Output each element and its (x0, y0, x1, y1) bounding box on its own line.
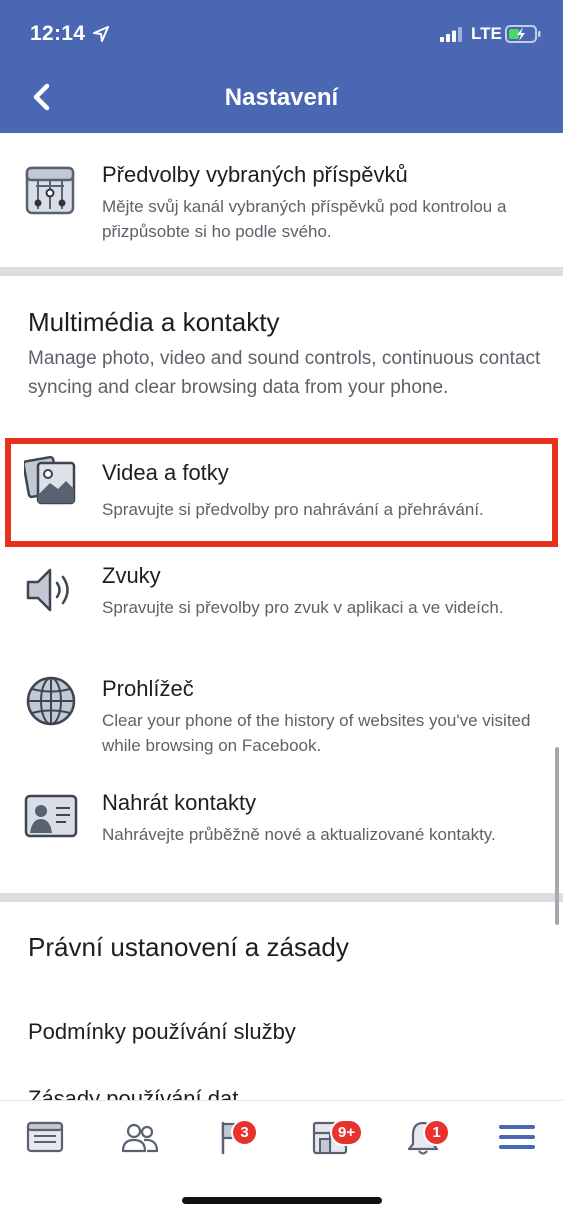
item-description: Clear your phone of the history of websi… (102, 711, 531, 755)
globe-icon (26, 676, 76, 726)
item-title: Zvuky (102, 563, 161, 588)
speaker-icon (26, 568, 69, 612)
browser-item[interactable]: Prohlížeč Clear your phone of the histor… (0, 668, 563, 768)
terms-of-service-link[interactable]: Podmínky používání služby (28, 1019, 296, 1045)
item-description: Nahrávejte průběžně nové a aktualizované… (102, 825, 496, 844)
item-title: Nahrát kontakty (102, 790, 257, 815)
sounds-item[interactable]: Zvuky Spravujte si převolby pro zvuk v a… (0, 553, 563, 653)
section-divider (0, 267, 563, 276)
tab-news-feed[interactable] (15, 1113, 75, 1163)
upload-contacts-item[interactable]: Nahrát kontakty Nahrávejte průběžně nové… (0, 783, 563, 883)
signal-icon (440, 27, 462, 42)
section-divider (0, 893, 563, 902)
tab-notifications[interactable]: 1 (393, 1113, 453, 1163)
network-type: LTE (471, 24, 502, 43)
notification-badge: 9+ (330, 1119, 364, 1146)
tab-marketplace[interactable]: 9+ (300, 1113, 364, 1163)
location-arrow-icon (93, 26, 109, 42)
item-title: Prohlížeč (102, 676, 194, 701)
section-description: Manage photo, video and sound controls, … (28, 348, 541, 398)
news-feed-preferences-icon (25, 166, 75, 215)
tab-pages[interactable]: 3 (205, 1113, 265, 1163)
settings-list[interactable]: Předvolby vybraných příspěvků Mějte svůj… (0, 133, 563, 1100)
contact-card-icon (24, 794, 78, 838)
friends-icon (121, 1123, 159, 1153)
section-heading: Multimédia a kontakty (28, 307, 280, 337)
page-title: Nastavení (224, 84, 339, 111)
item-title: Videa a fotky (102, 460, 229, 485)
tab-menu[interactable] (487, 1113, 547, 1163)
scrollbar[interactable] (555, 747, 559, 925)
tab-friends[interactable] (110, 1113, 170, 1163)
photos-icon (24, 455, 76, 505)
news-feed-icon (26, 1121, 64, 1153)
home-indicator[interactable] (182, 1197, 382, 1204)
videos-photos-item[interactable]: Videa a fotky Spravujte si předvolby pro… (0, 443, 563, 543)
data-policy-link[interactable]: Zásady používání dat (28, 1086, 238, 1100)
item-description: Mějte svůj kanál vybraných příspěvků pod… (102, 197, 507, 241)
item-title: Předvolby vybraných příspěvků (102, 162, 408, 187)
item-description: Spravujte si převolby pro zvuk v aplikac… (102, 598, 504, 617)
item-description: Spravujte si předvolby pro nahrávání a p… (102, 500, 484, 519)
news-feed-preferences-item[interactable]: Předvolby vybraných příspěvků Mějte svůj… (0, 151, 563, 251)
status-time: 12:14 (30, 22, 86, 45)
notification-badge: 3 (231, 1119, 258, 1146)
battery-charging-icon (505, 25, 541, 43)
section-heading: Právní ustanovení a zásady (28, 932, 349, 962)
menu-icon (499, 1125, 535, 1149)
app-header: 12:14 LTE Nastavení (0, 0, 563, 133)
notification-badge: 1 (423, 1119, 450, 1146)
